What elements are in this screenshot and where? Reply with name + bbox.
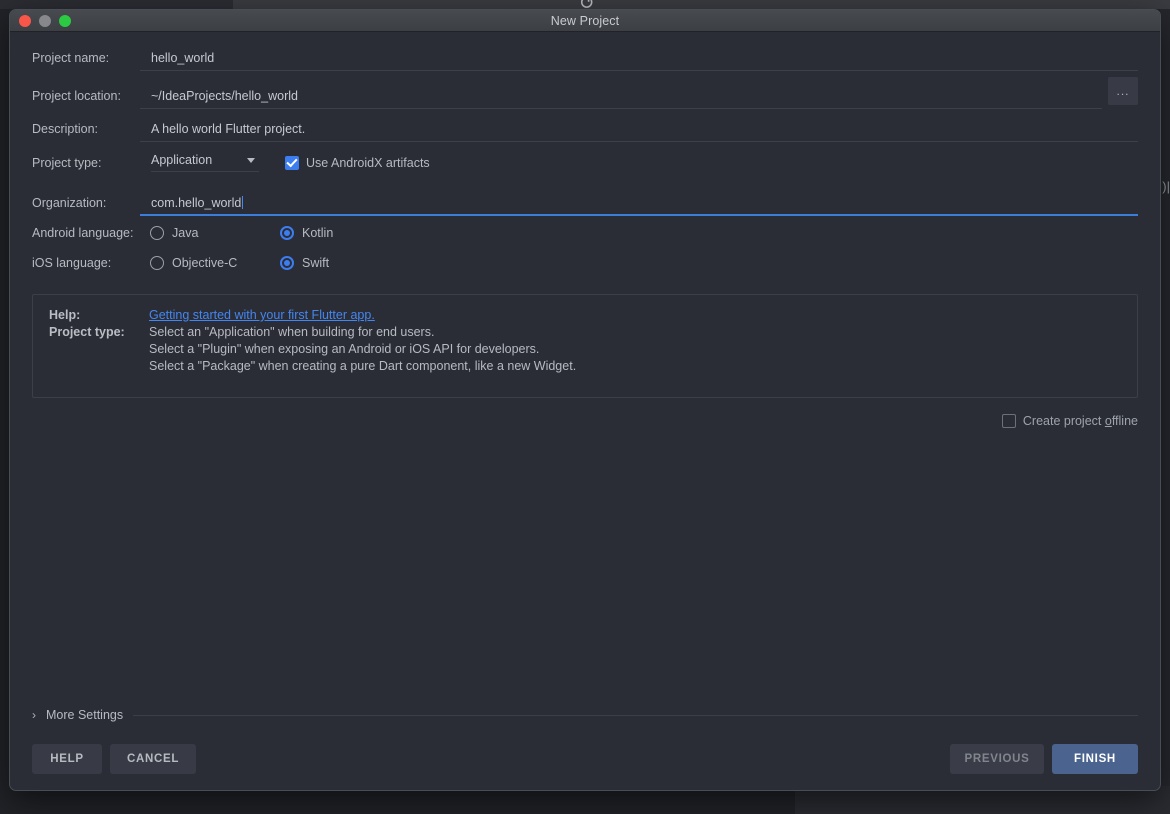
help-row-text: Select an "Application" when building fo… (149, 325, 434, 339)
finish-button[interactable]: FINISH (1052, 744, 1138, 774)
project-type-row: Project type: Application Use AndroidX a… (32, 144, 1138, 181)
help-button[interactable]: HELP (32, 744, 102, 774)
offline-label-mnemonic: o (1105, 414, 1112, 428)
help-row-key: Help: (49, 308, 149, 322)
project-type-label: Project type: (32, 156, 140, 170)
offline-row: Create project offline (32, 414, 1138, 428)
radio-selected-icon[interactable] (280, 256, 294, 270)
description-label: Description: (32, 122, 140, 142)
organization-label: Organization: (32, 196, 140, 216)
help-row: Project type: Select an "Application" wh… (49, 325, 1121, 339)
radio-icon[interactable] (150, 256, 164, 270)
help-row-key (49, 359, 149, 373)
background-window-toolbar: ↺ (233, 0, 1170, 9)
dialog-titlebar[interactable]: New Project (10, 10, 1160, 32)
dialog-body: Project name: hello_world Project locati… (10, 32, 1160, 790)
previous-button[interactable]: PREVIOUS (950, 744, 1044, 774)
project-name-label: Project name: (32, 51, 140, 71)
android-language-kotlin-label: Kotlin (302, 226, 333, 240)
text-caret (242, 196, 243, 209)
ios-language-label: iOS language: (32, 256, 140, 270)
offline-checkbox-box[interactable] (1002, 414, 1016, 428)
cancel-button[interactable]: CANCEL (110, 744, 196, 774)
project-type-value: Application (151, 153, 212, 167)
android-language-row: Android language: Java Kotlin (32, 218, 1138, 248)
chevron-right-icon: › (32, 709, 36, 721)
help-panel: Help: Getting started with your first Fl… (32, 294, 1138, 398)
androidx-checkbox[interactable]: Use AndroidX artifacts (285, 156, 430, 170)
background-right-panel (1160, 9, 1170, 814)
radio-selected-icon[interactable] (280, 226, 294, 240)
close-button-icon[interactable] (19, 15, 31, 27)
project-location-label: Project location: (32, 89, 140, 109)
help-row: Select a "Plugin" when exposing an Andro… (49, 342, 1121, 356)
ios-language-swift[interactable]: Swift (280, 256, 329, 270)
radio-icon[interactable] (150, 226, 164, 240)
help-row: Help: Getting started with your first Fl… (49, 308, 1121, 322)
help-row-text: Select a "Plugin" when exposing an Andro… (149, 342, 539, 356)
ios-language-objective-c-label: Objective-C (172, 256, 237, 270)
minimize-button-icon[interactable] (39, 15, 51, 27)
organization-row: Organization: com.hello_world (32, 181, 1138, 218)
background-window-left (0, 0, 233, 9)
androidx-checkbox-box[interactable] (285, 156, 299, 170)
more-settings-divider (133, 715, 1138, 716)
dialog-title: New Project (551, 14, 619, 28)
getting-started-link-text: Getting started with your first Flutter … (149, 308, 375, 322)
offline-label-post: ffline (1112, 414, 1138, 428)
create-project-offline-checkbox[interactable]: Create project offline (1002, 414, 1138, 428)
description-input[interactable]: A hello world Flutter project. (140, 122, 1138, 142)
project-name-input[interactable]: hello_world (140, 51, 1138, 71)
description-row: Description: A hello world Flutter proje… (32, 111, 1138, 144)
organization-input[interactable]: com.hello_world (140, 196, 1138, 216)
new-project-dialog: New Project Project name: hello_world Pr… (9, 9, 1161, 791)
android-language-java[interactable]: Java (150, 226, 280, 240)
help-row: Select a "Package" when creating a pure … (49, 359, 1121, 373)
more-settings-label: More Settings (46, 708, 123, 722)
more-settings-toggle[interactable]: › More Settings (32, 708, 1138, 722)
android-language-kotlin[interactable]: Kotlin (280, 226, 333, 240)
android-language-label: Android language: (32, 226, 140, 240)
project-type-dropdown[interactable]: Application (151, 153, 259, 172)
ios-language-row: iOS language: Objective-C Swift (32, 248, 1138, 278)
project-name-row: Project name: hello_world (32, 42, 1138, 73)
offline-checkbox-label: Create project offline (1023, 414, 1138, 428)
offline-label-pre: Create project (1023, 414, 1105, 428)
organization-input-value: com.hello_world (151, 196, 241, 210)
browse-button[interactable]: ... (1108, 77, 1138, 105)
help-row-text: Select a "Package" when creating a pure … (149, 359, 576, 373)
chevron-down-icon (247, 158, 255, 163)
dialog-footer: HELP CANCEL PREVIOUS FINISH (32, 744, 1138, 774)
window-controls[interactable] (19, 10, 71, 32)
ios-language-swift-label: Swift (302, 256, 329, 270)
android-language-java-label: Java (172, 226, 198, 240)
help-row-key: Project type: (49, 325, 149, 339)
project-location-row: Project location: ~/IdeaProjects/hello_w… (32, 73, 1138, 111)
project-location-input[interactable]: ~/IdeaProjects/hello_world (140, 89, 1102, 109)
zoom-button-icon[interactable] (59, 15, 71, 27)
ios-language-objective-c[interactable]: Objective-C (150, 256, 280, 270)
androidx-checkbox-label: Use AndroidX artifacts (306, 156, 430, 170)
help-row-key (49, 342, 149, 356)
getting-started-link[interactable]: Getting started with your first Flutter … (149, 308, 375, 322)
background-right-glyph: )| (1162, 180, 1170, 193)
